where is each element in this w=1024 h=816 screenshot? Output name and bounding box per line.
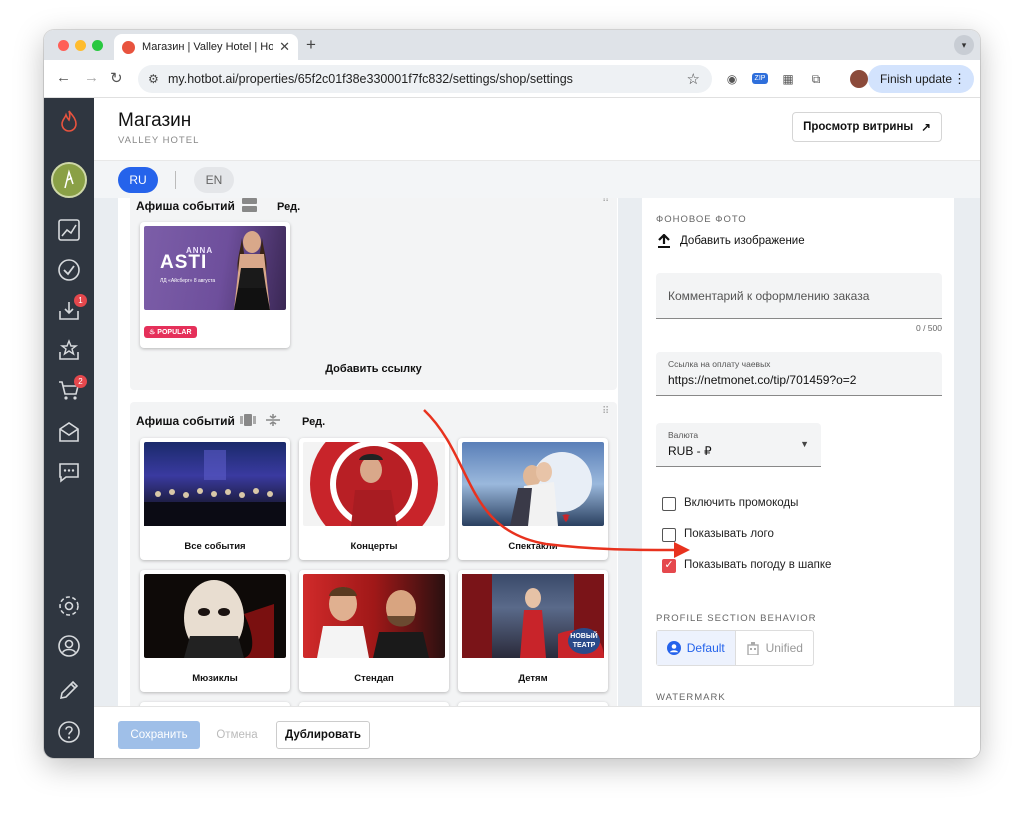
app-sidebar: 1 2	[44, 98, 94, 758]
chat-bubble-icon[interactable]	[55, 460, 83, 488]
property-avatar[interactable]	[51, 162, 87, 198]
main-content: Магазин VALLEY HOTEL Просмотр витрины ↗ …	[94, 98, 980, 758]
back-arrow-icon[interactable]: ←	[56, 69, 71, 86]
close-tab-icon[interactable]: ✕	[279, 39, 290, 55]
hotbot-logo-icon[interactable]	[55, 110, 83, 138]
forward-arrow-icon[interactable]: →	[84, 69, 99, 86]
inbox-count-badge: 1	[74, 294, 87, 307]
zip-extension-icon[interactable]: ZIP	[752, 73, 768, 84]
help-question-icon[interactable]	[55, 720, 83, 748]
maximize-window-button[interactable]	[92, 40, 103, 51]
tab-title: Магазин | Valley Hotel | Hotbot	[142, 41, 274, 53]
settings-gear-icon[interactable]	[55, 594, 83, 622]
reviews-star-icon[interactable]	[55, 338, 83, 366]
url-field[interactable]: ⚙ my.hotbot.ai/properties/65f2c01f38e330…	[138, 65, 712, 93]
qr-code-icon[interactable]: ▦	[780, 71, 796, 87]
url-text: my.hotbot.ai/properties/65f2c01f38e33000…	[168, 72, 573, 86]
tab-search-chevron-icon[interactable]: ▾	[954, 35, 974, 55]
browser-menu-icon[interactable]: ⋮	[953, 71, 966, 87]
browser-window: Магазин | Valley Hotel | Hotbot ✕ + ▾ ← …	[44, 30, 980, 758]
new-tab-button[interactable]: +	[306, 35, 316, 55]
profile-avatar[interactable]	[850, 70, 868, 88]
tasks-check-icon[interactable]	[55, 258, 83, 286]
mail-icon[interactable]	[55, 420, 83, 448]
camera-icon[interactable]: ◉	[724, 71, 740, 87]
address-bar-row: ← → ↻ ⚙ my.hotbot.ai/properties/65f2c01f…	[44, 60, 980, 98]
minimize-window-button[interactable]	[75, 40, 86, 51]
annotation-arrow-icon	[423, 409, 690, 558]
extensions-puzzle-icon[interactable]: ⧉	[808, 71, 824, 87]
finish-update-label: Finish update	[879, 72, 952, 86]
bookmark-star-icon[interactable]: ☆	[687, 70, 700, 88]
browser-tab[interactable]: Магазин | Valley Hotel | Hotbot ✕	[114, 34, 298, 60]
hotbot-favicon-icon	[122, 40, 135, 54]
user-profile-icon[interactable]	[55, 634, 83, 662]
close-window-button[interactable]	[58, 40, 69, 51]
analytics-chart-icon[interactable]	[55, 218, 83, 246]
edit-pencil-icon[interactable]	[55, 678, 83, 706]
reload-icon[interactable]: ↻	[110, 69, 123, 87]
site-settings-icon[interactable]: ⚙	[148, 72, 159, 86]
cart-count-badge: 2	[74, 375, 87, 388]
finish-update-button[interactable]: Finish update ⋮	[867, 65, 974, 93]
tab-bar: Магазин | Valley Hotel | Hotbot ✕ + ▾	[44, 30, 980, 60]
